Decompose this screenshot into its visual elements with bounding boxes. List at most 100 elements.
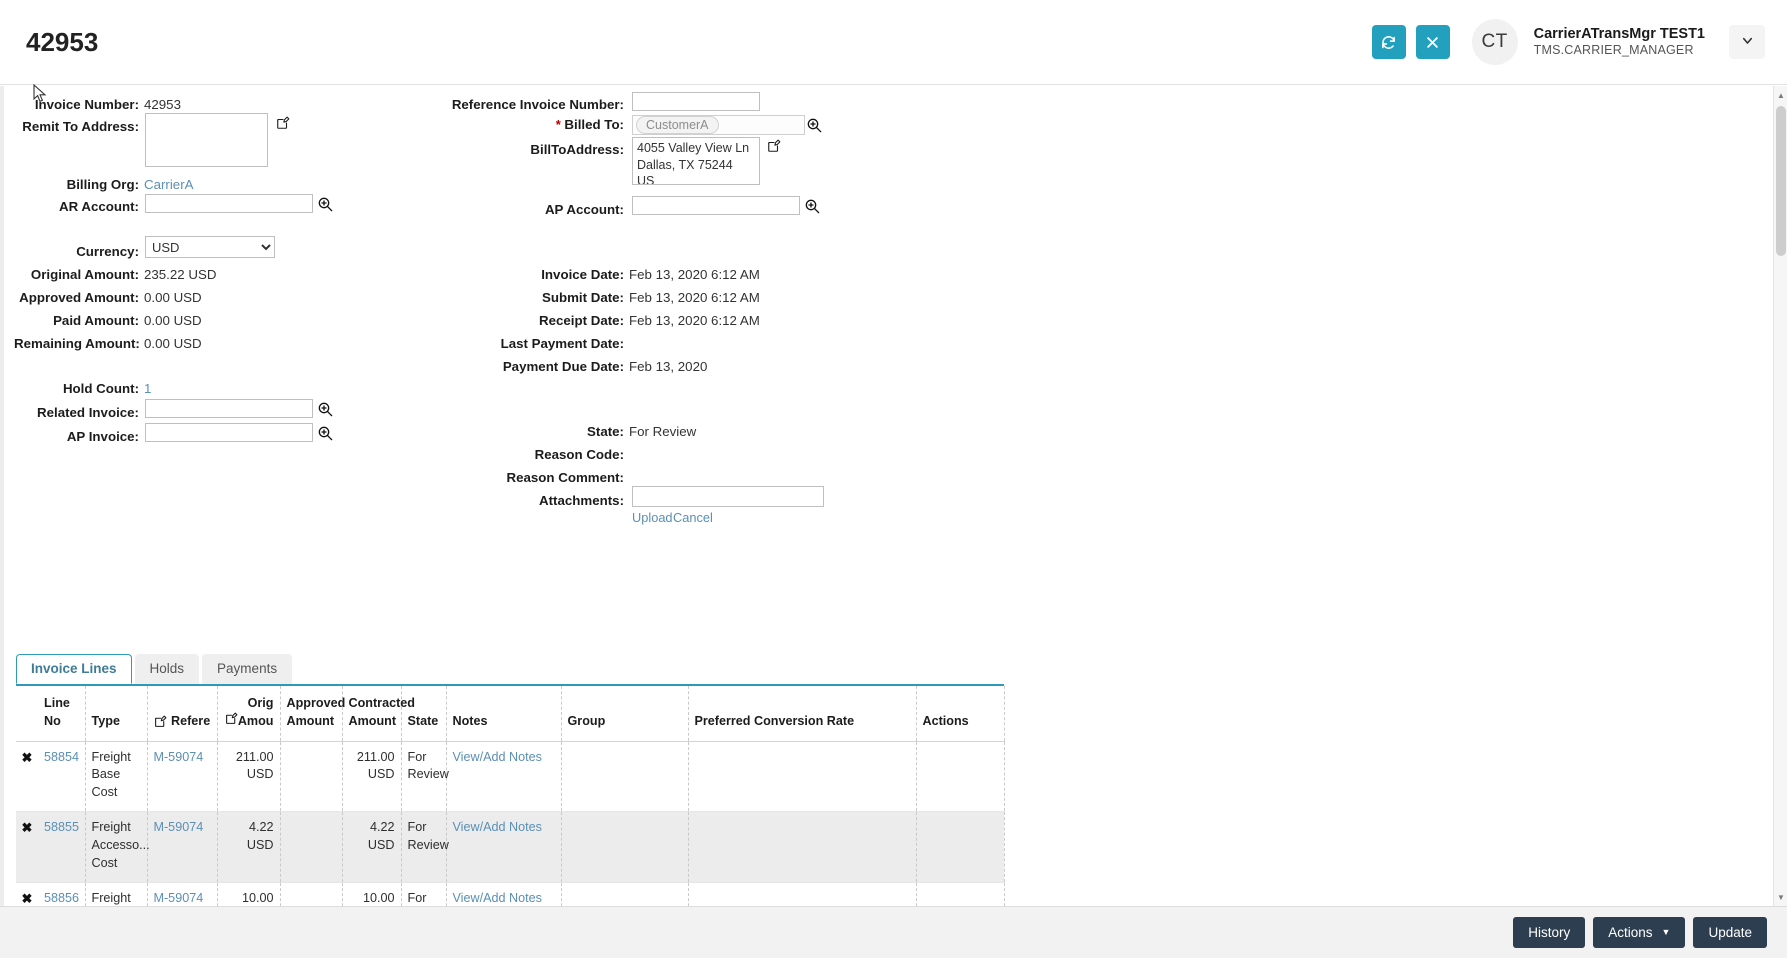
cell-preferred-conversion-rate <box>688 741 916 812</box>
ap-account-input[interactable] <box>632 196 800 215</box>
view-add-notes-link[interactable]: View/Add Notes <box>453 891 542 905</box>
reference-link[interactable]: M-59074 <box>154 891 204 905</box>
submit-date-label: Submit Date: <box>394 287 624 305</box>
cell-actions <box>916 882 1004 906</box>
table-header-row: LineNo Type Refere Orig <box>16 686 1004 741</box>
line-no-link[interactable]: 58855 <box>44 820 79 834</box>
col-preferred-conversion-rate: Preferred Conversion Rate <box>688 686 916 741</box>
cell-contracted-amount: 4.22 USD <box>342 812 401 883</box>
reference-invoice-number-label: Reference Invoice Number: <box>394 94 624 112</box>
footer-bar: History Actions ▼ Update <box>0 906 1787 958</box>
cell-notes[interactable]: View/Add Notes <box>446 812 561 883</box>
content-scroll-area[interactable]: Invoice Number: 42953 Remit To Address: … <box>0 86 1787 906</box>
payment-due-date-label: Payment Due Date: <box>394 356 624 374</box>
refresh-button[interactable] <box>1372 25 1406 59</box>
orig-amount-edit-icon[interactable] <box>224 712 238 726</box>
close-x-icon[interactable]: ✖ <box>22 891 33 906</box>
line-no-link[interactable]: 58856 <box>44 891 79 905</box>
header-actions: CT CarrierATransMgr TEST1 TMS.CARRIER_MA… <box>1372 19 1765 65</box>
scroll-down-arrow-icon[interactable]: ▼ <box>1774 890 1787 904</box>
cell-actions <box>916 741 1004 812</box>
view-add-notes-link[interactable]: View/Add Notes <box>453 820 542 834</box>
currency-label: Currency: <box>14 241 139 259</box>
reference-link[interactable]: M-59074 <box>154 750 204 764</box>
bill-to-address-input[interactable]: 4055 Valley View Ln Dallas, TX 75244 US <box>632 137 760 185</box>
history-button[interactable]: History <box>1513 917 1585 948</box>
reference-edit-icon[interactable] <box>154 715 168 729</box>
scroll-up-arrow-icon[interactable]: ▲ <box>1774 88 1787 102</box>
ar-account-search-icon[interactable] <box>317 196 333 212</box>
row-delete-cell[interactable]: ✖ <box>16 812 38 883</box>
cell-group <box>561 741 688 812</box>
scrollbar-thumb[interactable] <box>1776 106 1786 256</box>
user-role: TMS.CARRIER_MANAGER <box>1534 43 1705 59</box>
hold-count-value[interactable]: 1 <box>144 378 151 396</box>
caret-down-icon: ▼ <box>1662 928 1671 937</box>
billed-to-field[interactable]: CustomerA <box>632 115 805 135</box>
close-button[interactable] <box>1416 25 1450 59</box>
related-invoice-search-icon[interactable] <box>317 401 333 417</box>
ap-invoice-search-icon[interactable] <box>317 425 333 441</box>
ar-account-input[interactable] <box>145 194 313 213</box>
line-no-link[interactable]: 58854 <box>44 750 79 764</box>
ap-invoice-input[interactable] <box>145 423 313 442</box>
cell-line-no[interactable]: 58856 <box>38 882 85 906</box>
col-reference: Refere <box>147 686 217 741</box>
attachments-input[interactable] <box>632 486 824 507</box>
user-menu-button[interactable] <box>1729 25 1765 59</box>
table-row[interactable]: ✖ 58856 Freight StopOff Cost M-59074 10.… <box>16 882 1004 906</box>
cell-state: For Review <box>401 741 446 812</box>
update-button[interactable]: Update <box>1693 917 1767 948</box>
vertical-scrollbar[interactable]: ▲ ▼ <box>1773 86 1787 906</box>
table-row[interactable]: ✖ 58854 Freight Base Cost M-59074 211.00… <box>16 741 1004 812</box>
attachments-upload-link[interactable]: Upload <box>632 510 673 525</box>
close-x-icon[interactable]: ✖ <box>22 750 33 765</box>
cell-type: Freight Accesso... Cost <box>85 812 147 883</box>
cell-reference[interactable]: M-59074 <box>147 812 217 883</box>
col-group: Group <box>561 686 688 741</box>
cell-notes[interactable]: View/Add Notes <box>446 741 561 812</box>
table-row[interactable]: ✖ 58855 Freight Accesso... Cost M-59074 … <box>16 812 1004 883</box>
cell-approved-amount <box>280 741 342 812</box>
billing-org-value[interactable]: CarrierA <box>144 174 194 192</box>
view-add-notes-link[interactable]: View/Add Notes <box>453 750 542 764</box>
cell-line-no[interactable]: 58855 <box>38 812 85 883</box>
ap-invoice-label: AP Invoice: <box>14 426 139 444</box>
tab-holds[interactable]: Holds <box>135 654 200 684</box>
cell-reference[interactable]: M-59074 <box>147 882 217 906</box>
billed-to-label-wrap: * Billed To: <box>394 117 624 132</box>
tab-bar: Invoice Lines Holds Payments <box>16 654 292 684</box>
state-value: For Review <box>629 421 696 439</box>
remit-to-address-edit-icon[interactable] <box>276 116 290 130</box>
table-body: ✖ 58854 Freight Base Cost M-59074 211.00… <box>16 741 1004 906</box>
reason-comment-label: Reason Comment: <box>394 467 624 485</box>
remit-to-address-input[interactable] <box>145 113 268 167</box>
attachments-cancel-link[interactable]: Cancel <box>673 510 713 525</box>
refresh-icon <box>1380 34 1397 51</box>
content: Invoice Number: 42953 Remit To Address: … <box>4 86 1774 906</box>
reference-invoice-number-input[interactable] <box>632 92 760 111</box>
cell-approved-amount <box>280 812 342 883</box>
tab-invoice-lines[interactable]: Invoice Lines <box>16 654 132 684</box>
close-x-icon[interactable]: ✖ <box>22 820 33 835</box>
row-delete-cell[interactable]: ✖ <box>16 882 38 906</box>
cell-reference[interactable]: M-59074 <box>147 741 217 812</box>
remit-to-address-label: Remit To Address: <box>14 116 139 134</box>
cell-preferred-conversion-rate <box>688 812 916 883</box>
chevron-down-icon <box>1740 33 1755 51</box>
receipt-date-value: Feb 13, 2020 6:12 AM <box>629 310 760 328</box>
col-notes: Notes <box>446 686 561 741</box>
reference-link[interactable]: M-59074 <box>154 820 204 834</box>
col-line-no: LineNo <box>38 686 85 741</box>
billed-to-search-icon[interactable] <box>806 117 822 133</box>
bill-to-address-edit-icon[interactable] <box>767 139 781 153</box>
col-approved-amount: ApprovedAmount <box>280 686 342 741</box>
row-delete-cell[interactable]: ✖ <box>16 741 38 812</box>
related-invoice-input[interactable] <box>145 399 313 418</box>
currency-select[interactable]: USD <box>145 236 275 258</box>
cell-line-no[interactable]: 58854 <box>38 741 85 812</box>
cell-notes[interactable]: View/Add Notes <box>446 882 561 906</box>
actions-button[interactable]: Actions ▼ <box>1593 917 1685 948</box>
ap-account-search-icon[interactable] <box>804 198 820 214</box>
tab-payments[interactable]: Payments <box>202 654 292 684</box>
